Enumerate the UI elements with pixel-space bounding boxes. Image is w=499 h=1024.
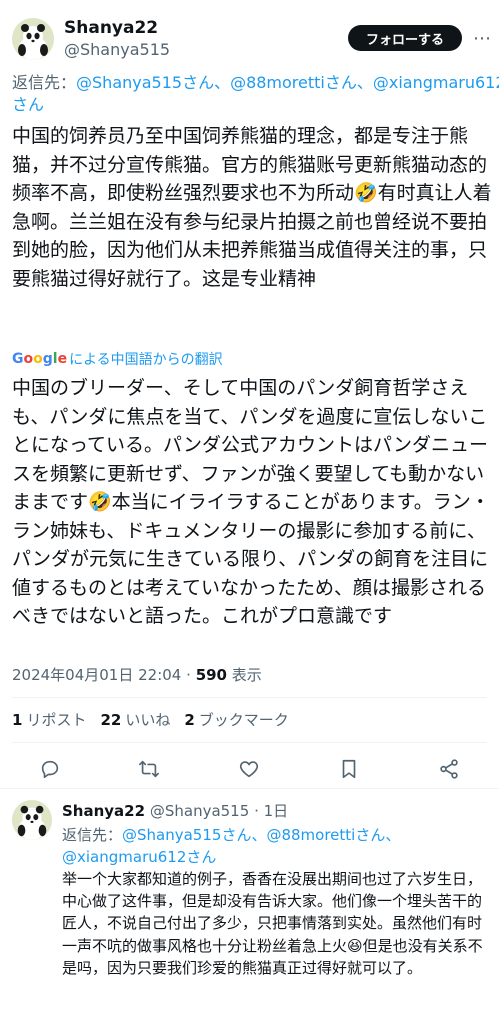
reply-display-name[interactable]: Shanya22 xyxy=(62,802,145,820)
reply-text: 举一个大家都知道的例子，香香在没展出期间也过了六岁生日，中心做了这件事，但是却没… xyxy=(62,870,483,977)
tweet-text: 中国的饲养员乃至中国饲养熊猫的理念，都是专注于熊猫，并不过分宣传熊猫。官方的熊猫… xyxy=(12,125,492,290)
action-bar xyxy=(0,752,499,784)
panda-avatar-icon xyxy=(12,18,54,60)
reply-to-prefix: 返信先： xyxy=(62,826,123,844)
timestamp[interactable]: 2024年04月01日 22:04 xyxy=(12,666,181,684)
divider xyxy=(0,788,499,789)
display-name[interactable]: Shanya22 xyxy=(64,18,158,38)
translation-label[interactable]: による中国語からの翻訳 xyxy=(69,349,223,369)
reply-to-mentions[interactable]: @Shanya515さん、@88morettiさん、@xiangmaru612 xyxy=(76,73,499,92)
google-logo: Google xyxy=(12,351,68,367)
meta-separator: · xyxy=(186,666,191,684)
repost-icon[interactable] xyxy=(136,756,162,782)
reply-author-line: Shanya22 @Shanya515 · 1日 xyxy=(62,800,288,821)
reply-handle[interactable]: @Shanya515 xyxy=(150,802,249,820)
views-count: 590 xyxy=(195,666,227,684)
stat-reposts[interactable]: 1 リポスト xyxy=(12,709,86,730)
divider xyxy=(12,742,487,743)
reply-to-prefix: 返信先： xyxy=(12,73,77,92)
tweet-stats: 1 リポスト 22 いいね 2 ブックマーク xyxy=(12,709,289,730)
translated-text: 中国のブリーダー、そして中国のパンダ飼育哲学さえも、パンダに焦点を当て、パンダを… xyxy=(12,377,490,627)
handle[interactable]: @Shanya515 xyxy=(64,40,170,59)
bookmark-icon[interactable] xyxy=(336,756,362,782)
tweet-meta: 2024年04月01日 22:04 · 590 表示 xyxy=(12,664,262,685)
reply-icon[interactable] xyxy=(37,756,63,782)
stat-bookmarks[interactable]: 2 ブックマーク xyxy=(184,709,288,730)
follow-button[interactable]: フォローする xyxy=(348,25,462,51)
stat-likes[interactable]: 22 いいね xyxy=(100,709,170,730)
views-label: 表示 xyxy=(231,666,262,684)
more-options-icon[interactable]: ⋯ xyxy=(470,28,494,49)
panda-avatar-icon xyxy=(12,800,52,840)
reply-to-line: 返信先：@Shanya515さん、@88morettiさん、@xiangmaru… xyxy=(12,72,499,94)
like-icon[interactable] xyxy=(236,756,262,782)
avatar[interactable] xyxy=(12,18,54,60)
share-icon[interactable] xyxy=(436,756,462,782)
reply-to-mentions-cont[interactable]: さん xyxy=(12,94,44,116)
reply-time[interactable]: · 1日 xyxy=(254,802,288,820)
reply-reply-to: 返信先：@Shanya515さん、@88morettiさん、@xiangmaru… xyxy=(62,824,492,868)
divider xyxy=(12,697,487,698)
translation-link[interactable]: Google による中国語からの翻訳 xyxy=(12,349,223,369)
reply-avatar[interactable] xyxy=(12,800,52,840)
tweet-header: Shanya22 @Shanya515 フォローする ⋯ xyxy=(0,0,499,72)
